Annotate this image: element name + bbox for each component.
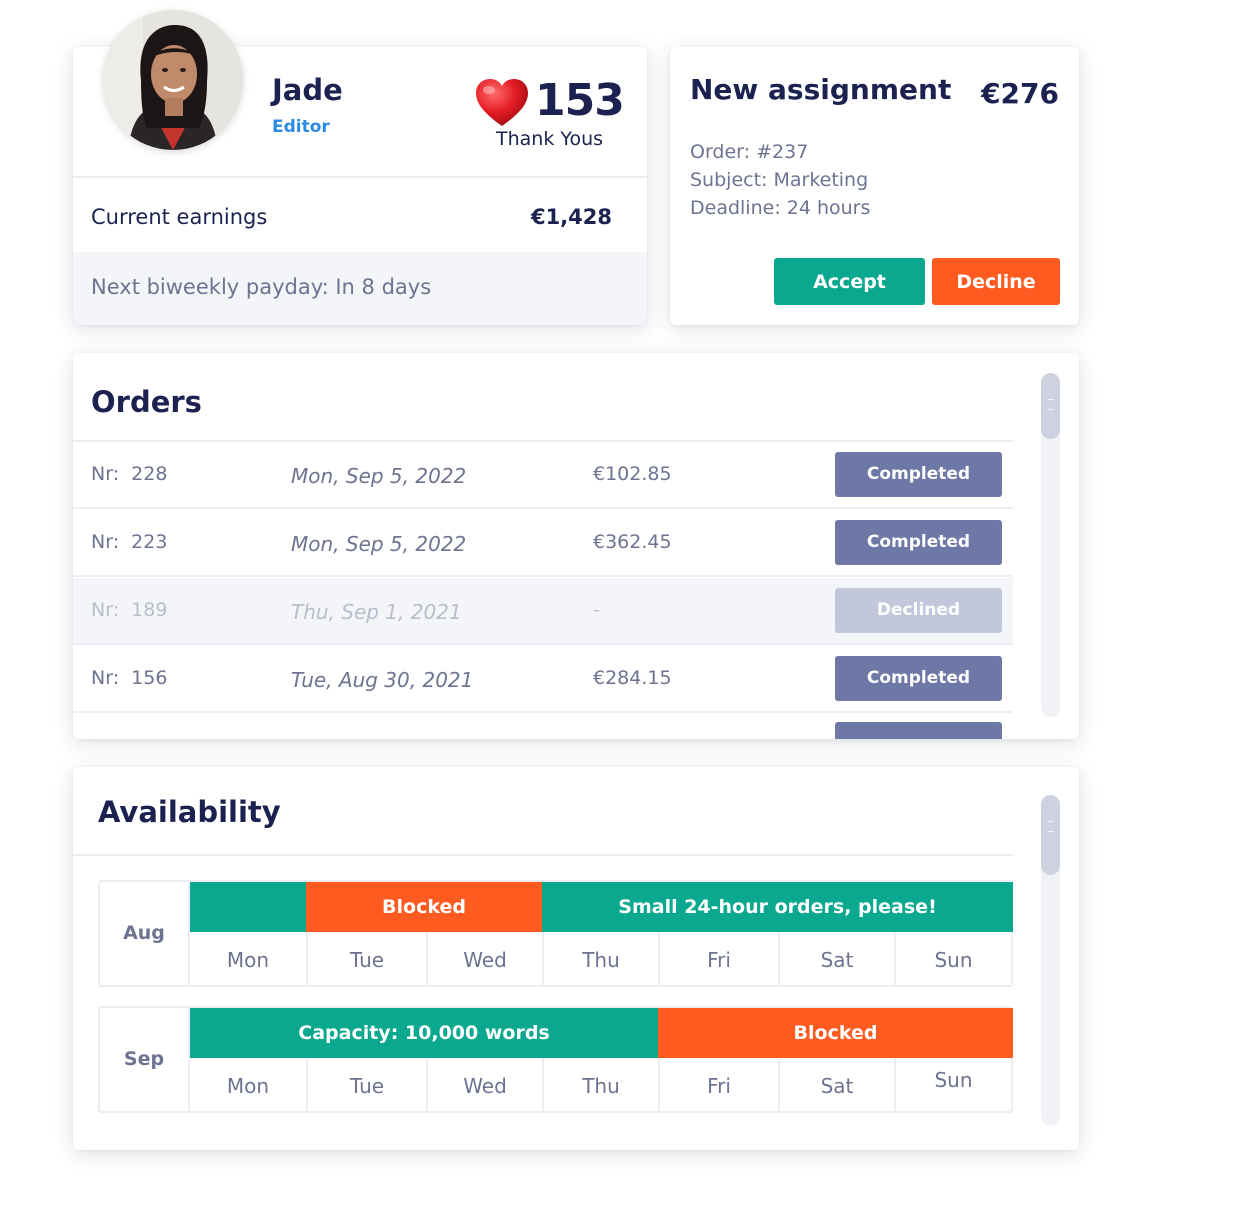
earnings-value: €1,428 (530, 205, 612, 229)
assignment-subject: Subject: Marketing (690, 169, 869, 191)
order-amount: €362.45 (593, 531, 672, 553)
thanks-count: 153 (535, 75, 625, 126)
order-row[interactable]: Nr: 189 Thu, Sep 1, 2021 - Declined (73, 578, 1013, 645)
month-label: Sep (100, 1008, 190, 1111)
day-cell[interactable]: Thu (542, 1058, 658, 1111)
orders-title: Orders (91, 385, 202, 419)
order-date: Tue, Aug 30, 2021 (291, 668, 474, 692)
assignment-price: €276 (981, 77, 1059, 110)
day-cell[interactable]: Tue (306, 1058, 426, 1111)
user-name: Jade (272, 73, 343, 107)
availability-title: Availability (98, 795, 281, 829)
day-cell[interactable]: Sun (894, 932, 1011, 985)
thanks-label: Thank Yous (496, 128, 604, 150)
availability-scrollbar[interactable] (1041, 795, 1060, 1126)
order-amount: €284.15 (593, 667, 672, 689)
avatar-photo (103, 10, 243, 150)
day-cell[interactable]: Fri (658, 932, 778, 985)
heart-icon (476, 79, 528, 126)
calendar-week-sep: Sep Capacity: 10,000 words Blocked Mon T… (98, 1006, 1013, 1113)
order-date: Thu, Sep 1, 2021 (291, 600, 462, 624)
day-cell[interactable]: Mon (190, 932, 306, 985)
decline-button[interactable]: Decline (932, 258, 1060, 305)
order-number: Nr: 156 (91, 667, 168, 689)
order-row[interactable]: Nr: 223 Mon, Sep 5, 2022 €362.45 Complet… (73, 510, 1013, 577)
payday-text: Next biweekly payday: In 8 days (91, 275, 432, 299)
orders-card: Orders Nr: 228 Mon, Sep 5, 2022 €102.85 … (73, 353, 1079, 739)
orders-scrollbar[interactable] (1041, 373, 1060, 717)
order-number: Nr: 223 (91, 531, 168, 553)
order-date: Mon, Sep 5, 2022 (291, 464, 467, 488)
order-row[interactable]: Nr: 156 Tue, Aug 30, 2021 €284.15 Comple… (73, 646, 1013, 713)
day-cell[interactable]: Sun (894, 1058, 1011, 1111)
calendar-week-aug: Aug Blocked Small 24-hour orders, please… (98, 880, 1013, 987)
capacity-bar[interactable]: Capacity: 10,000 words (190, 1008, 658, 1058)
order-number: Nr: 228 (91, 463, 168, 485)
day-cell[interactable]: Sat (778, 932, 894, 985)
earnings-label: Current earnings (91, 205, 268, 229)
new-assignment-card: New assignment €276 Order: #237 Subject:… (670, 47, 1079, 325)
day-cell[interactable]: Sat (778, 1058, 894, 1111)
order-amount: - (593, 599, 600, 621)
scrollbar-grip-icon[interactable] (1041, 795, 1060, 875)
availability-header-divider (73, 854, 1013, 856)
day-cell[interactable]: Tue (306, 932, 426, 985)
blocked-bar[interactable]: Blocked (306, 882, 542, 932)
order-amount: €102.85 (593, 463, 672, 485)
availability-card: Availability Aug Blocked Small 24-hour o… (73, 767, 1079, 1150)
blocked-bar[interactable]: Blocked (658, 1008, 1013, 1058)
day-cell[interactable]: Fri (658, 1058, 778, 1111)
day-cell[interactable]: Mon (190, 1058, 306, 1111)
status-badge[interactable]: Completed (835, 452, 1002, 497)
month-label: Aug (100, 882, 190, 985)
day-cell[interactable]: Thu (542, 932, 658, 985)
day-cell[interactable]: Wed (426, 1058, 542, 1111)
order-row[interactable]: Nr: 228 Mon, Sep 5, 2022 €102.85 Complet… (73, 442, 1013, 509)
user-role: Editor (272, 117, 330, 137)
assignment-order: Order: #237 (690, 141, 809, 163)
assignment-title: New assignment (690, 73, 952, 106)
scrollbar-grip-icon[interactable] (1041, 373, 1060, 439)
avatar[interactable] (103, 10, 243, 150)
profile-card: Jade Editor 153 Thank Yous Current earni… (73, 10, 647, 325)
status-badge[interactable]: Completed (835, 520, 1002, 565)
status-badge[interactable]: Declined (835, 588, 1002, 633)
availability-bar[interactable] (190, 882, 306, 932)
order-number: Nr: 189 (91, 599, 168, 621)
availability-bar[interactable]: Small 24-hour orders, please! (542, 882, 1013, 932)
assignment-deadline: Deadline: 24 hours (690, 197, 871, 219)
accept-button[interactable]: Accept (774, 258, 925, 305)
status-badge[interactable]: Completed (835, 656, 1002, 701)
order-date: Mon, Sep 5, 2022 (291, 532, 467, 556)
status-badge-partial[interactable] (835, 722, 1002, 739)
day-cell[interactable]: Wed (426, 932, 542, 985)
profile-divider (73, 176, 647, 178)
